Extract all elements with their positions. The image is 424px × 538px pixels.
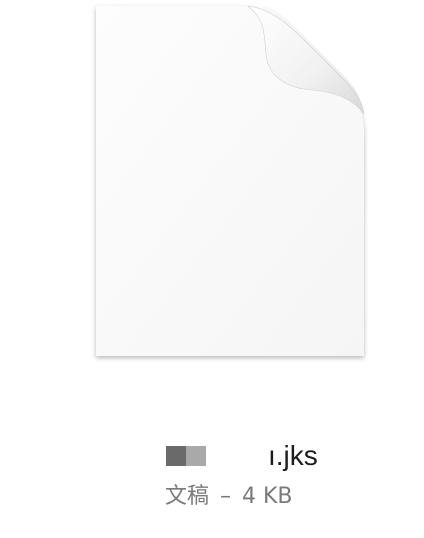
document-icon xyxy=(96,5,365,356)
file-kind: 文稿 xyxy=(165,484,210,509)
redacted-name-block xyxy=(166,446,186,466)
file-name: ı.jks xyxy=(268,440,318,471)
file-size: 4 KB xyxy=(242,484,293,509)
redacted-name-block xyxy=(186,446,206,466)
meta-separator: – xyxy=(220,484,232,509)
quick-look-preview: ı.jks 文稿 – 4 KB xyxy=(0,0,424,538)
file-name-row: ı.jks xyxy=(166,440,366,472)
file-meta: 文稿 – 4 KB xyxy=(165,484,293,510)
